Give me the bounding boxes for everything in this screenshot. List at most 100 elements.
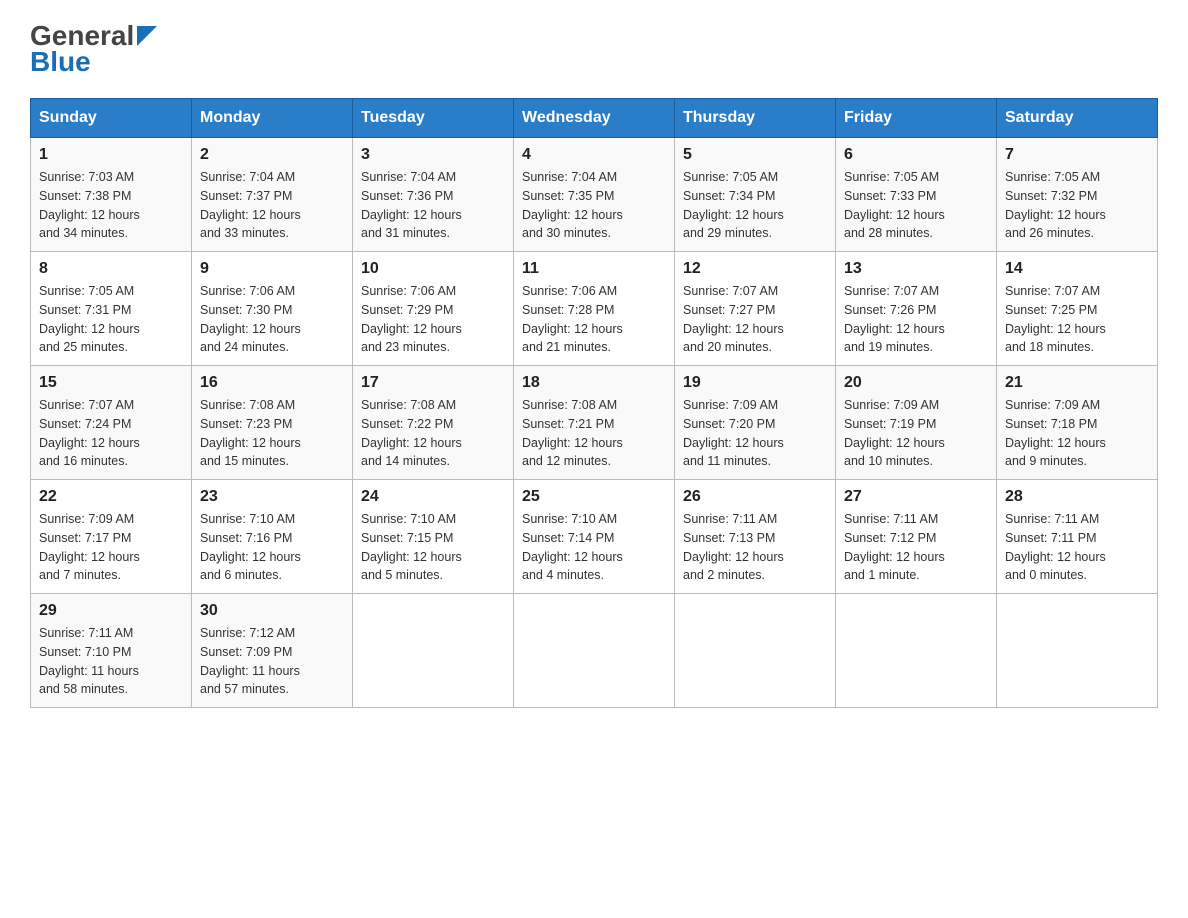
calendar-table: SundayMondayTuesdayWednesdayThursdayFrid…	[30, 98, 1158, 708]
day-info: Sunrise: 7:07 AMSunset: 7:27 PMDaylight:…	[683, 282, 827, 357]
calendar-header-row: SundayMondayTuesdayWednesdayThursdayFrid…	[31, 99, 1158, 138]
day-number: 2	[200, 146, 344, 164]
calendar-cell: 27 Sunrise: 7:11 AMSunset: 7:12 PMDayligh…	[836, 480, 997, 594]
day-number: 1	[39, 146, 183, 164]
day-info: Sunrise: 7:07 AMSunset: 7:26 PMDaylight:…	[844, 282, 988, 357]
calendar-week-row: 1 Sunrise: 7:03 AMSunset: 7:38 PMDaylight…	[31, 138, 1158, 252]
day-number: 21	[1005, 374, 1149, 392]
calendar-cell	[836, 594, 997, 708]
column-header-wednesday: Wednesday	[514, 99, 675, 138]
page-header: General Blue	[30, 20, 1158, 78]
day-info: Sunrise: 7:05 AMSunset: 7:31 PMDaylight:…	[39, 282, 183, 357]
logo-blue-text: Blue	[30, 46, 91, 77]
day-info: Sunrise: 7:11 AMSunset: 7:13 PMDaylight:…	[683, 510, 827, 585]
day-info: Sunrise: 7:09 AMSunset: 7:20 PMDaylight:…	[683, 396, 827, 471]
day-number: 11	[522, 260, 666, 278]
day-number: 13	[844, 260, 988, 278]
day-number: 14	[1005, 260, 1149, 278]
calendar-cell	[675, 594, 836, 708]
day-info: Sunrise: 7:07 AMSunset: 7:25 PMDaylight:…	[1005, 282, 1149, 357]
day-number: 29	[39, 602, 183, 620]
calendar-cell: 15 Sunrise: 7:07 AMSunset: 7:24 PMDayligh…	[31, 366, 192, 480]
calendar-cell: 11 Sunrise: 7:06 AMSunset: 7:28 PMDayligh…	[514, 252, 675, 366]
day-number: 23	[200, 488, 344, 506]
calendar-cell	[514, 594, 675, 708]
calendar-cell: 1 Sunrise: 7:03 AMSunset: 7:38 PMDaylight…	[31, 138, 192, 252]
calendar-cell: 26Sunrise: 7:11 AMSunset: 7:13 PMDayligh…	[675, 480, 836, 594]
day-info: Sunrise: 7:08 AMSunset: 7:22 PMDaylight:…	[361, 396, 505, 471]
day-info: Sunrise: 7:09 AMSunset: 7:18 PMDaylight:…	[1005, 396, 1149, 471]
logo-line2: Blue	[30, 46, 91, 78]
day-info: Sunrise: 7:09 AMSunset: 7:17 PMDaylight:…	[39, 510, 183, 585]
day-number: 5	[683, 146, 827, 164]
calendar-cell: 25 Sunrise: 7:10 AMSunset: 7:14 PMDayligh…	[514, 480, 675, 594]
day-number: 27	[844, 488, 988, 506]
day-number: 20	[844, 374, 988, 392]
calendar-week-row: 8Sunrise: 7:05 AMSunset: 7:31 PMDaylight…	[31, 252, 1158, 366]
day-number: 12	[683, 260, 827, 278]
calendar-cell: 4Sunrise: 7:04 AMSunset: 7:35 PMDaylight…	[514, 138, 675, 252]
day-number: 25	[522, 488, 666, 506]
calendar-cell: 20Sunrise: 7:09 AMSunset: 7:19 PMDayligh…	[836, 366, 997, 480]
day-number: 18	[522, 374, 666, 392]
calendar-cell: 18 Sunrise: 7:08 AMSunset: 7:21 PMDayligh…	[514, 366, 675, 480]
calendar-cell: 6 Sunrise: 7:05 AMSunset: 7:33 PMDaylight…	[836, 138, 997, 252]
day-number: 6	[844, 146, 988, 164]
day-number: 16	[200, 374, 344, 392]
column-header-thursday: Thursday	[675, 99, 836, 138]
column-header-saturday: Saturday	[997, 99, 1158, 138]
calendar-cell: 21 Sunrise: 7:09 AMSunset: 7:18 PMDayligh…	[997, 366, 1158, 480]
day-info: Sunrise: 7:12 AMSunset: 7:09 PMDaylight:…	[200, 624, 344, 699]
day-info: Sunrise: 7:08 AMSunset: 7:23 PMDaylight:…	[200, 396, 344, 471]
day-number: 9	[200, 260, 344, 278]
day-info: Sunrise: 7:10 AMSunset: 7:14 PMDaylight:…	[522, 510, 666, 585]
day-info: Sunrise: 7:08 AMSunset: 7:21 PMDaylight:…	[522, 396, 666, 471]
calendar-cell: 28Sunrise: 7:11 AMSunset: 7:11 PMDayligh…	[997, 480, 1158, 594]
day-number: 24	[361, 488, 505, 506]
day-number: 3	[361, 146, 505, 164]
calendar-cell: 12 Sunrise: 7:07 AMSunset: 7:27 PMDayligh…	[675, 252, 836, 366]
calendar-cell	[353, 594, 514, 708]
calendar-cell: 22 Sunrise: 7:09 AMSunset: 7:17 PMDayligh…	[31, 480, 192, 594]
calendar-week-row: 15 Sunrise: 7:07 AMSunset: 7:24 PMDayligh…	[31, 366, 1158, 480]
day-number: 4	[522, 146, 666, 164]
calendar-cell: 30 Sunrise: 7:12 AMSunset: 7:09 PMDayligh…	[192, 594, 353, 708]
day-info: Sunrise: 7:11 AMSunset: 7:10 PMDaylight:…	[39, 624, 183, 699]
day-number: 30	[200, 602, 344, 620]
calendar-cell: 14 Sunrise: 7:07 AMSunset: 7:25 PMDayligh…	[997, 252, 1158, 366]
calendar-cell: 24 Sunrise: 7:10 AMSunset: 7:15 PMDayligh…	[353, 480, 514, 594]
calendar-cell: 8Sunrise: 7:05 AMSunset: 7:31 PMDaylight…	[31, 252, 192, 366]
day-number: 22	[39, 488, 183, 506]
day-info: Sunrise: 7:06 AMSunset: 7:30 PMDaylight:…	[200, 282, 344, 357]
calendar-cell: 10 Sunrise: 7:06 AMSunset: 7:29 PMDayligh…	[353, 252, 514, 366]
day-info: Sunrise: 7:11 AMSunset: 7:12 PMDaylight:…	[844, 510, 988, 585]
day-info: Sunrise: 7:06 AMSunset: 7:29 PMDaylight:…	[361, 282, 505, 357]
calendar-week-row: 29 Sunrise: 7:11 AMSunset: 7:10 PMDayligh…	[31, 594, 1158, 708]
logo: General Blue	[30, 20, 157, 78]
day-info: Sunrise: 7:05 AMSunset: 7:34 PMDaylight:…	[683, 168, 827, 243]
column-header-monday: Monday	[192, 99, 353, 138]
calendar-cell: 5 Sunrise: 7:05 AMSunset: 7:34 PMDaylight…	[675, 138, 836, 252]
day-info: Sunrise: 7:11 AMSunset: 7:11 PMDaylight:…	[1005, 510, 1149, 585]
day-number: 15	[39, 374, 183, 392]
calendar-week-row: 22 Sunrise: 7:09 AMSunset: 7:17 PMDayligh…	[31, 480, 1158, 594]
day-number: 7	[1005, 146, 1149, 164]
calendar-cell: 29 Sunrise: 7:11 AMSunset: 7:10 PMDayligh…	[31, 594, 192, 708]
calendar-cell: 7 Sunrise: 7:05 AMSunset: 7:32 PMDaylight…	[997, 138, 1158, 252]
day-info: Sunrise: 7:07 AMSunset: 7:24 PMDaylight:…	[39, 396, 183, 471]
day-info: Sunrise: 7:06 AMSunset: 7:28 PMDaylight:…	[522, 282, 666, 357]
day-info: Sunrise: 7:04 AMSunset: 7:36 PMDaylight:…	[361, 168, 505, 243]
column-header-tuesday: Tuesday	[353, 99, 514, 138]
day-info: Sunrise: 7:10 AMSunset: 7:15 PMDaylight:…	[361, 510, 505, 585]
day-number: 10	[361, 260, 505, 278]
day-info: Sunrise: 7:05 AMSunset: 7:32 PMDaylight:…	[1005, 168, 1149, 243]
calendar-cell	[997, 594, 1158, 708]
calendar-cell: 9 Sunrise: 7:06 AMSunset: 7:30 PMDaylight…	[192, 252, 353, 366]
calendar-cell: 16 Sunrise: 7:08 AMSunset: 7:23 PMDayligh…	[192, 366, 353, 480]
day-info: Sunrise: 7:10 AMSunset: 7:16 PMDaylight:…	[200, 510, 344, 585]
day-info: Sunrise: 7:03 AMSunset: 7:38 PMDaylight:…	[39, 168, 183, 243]
column-header-sunday: Sunday	[31, 99, 192, 138]
day-info: Sunrise: 7:05 AMSunset: 7:33 PMDaylight:…	[844, 168, 988, 243]
logo-icon	[137, 26, 157, 51]
calendar-cell: 17Sunrise: 7:08 AMSunset: 7:22 PMDayligh…	[353, 366, 514, 480]
